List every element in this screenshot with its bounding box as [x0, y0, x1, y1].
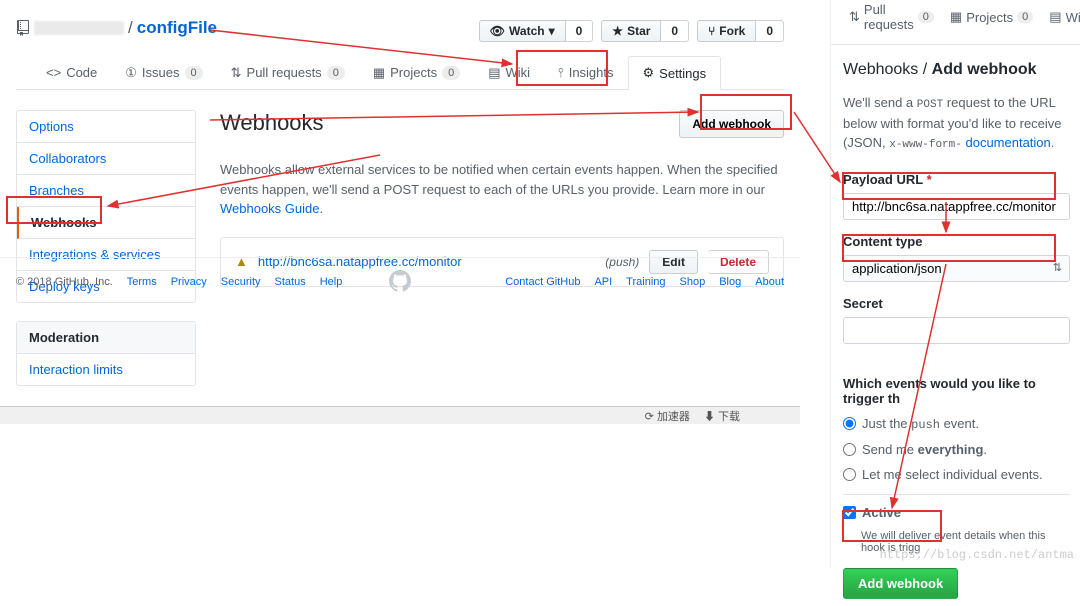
tab-projects-count: 0 — [442, 66, 460, 80]
sidebar-header-moderation: Moderation — [17, 322, 195, 354]
footer-help[interactable]: Help — [320, 276, 343, 288]
footer-terms[interactable]: Terms — [127, 276, 157, 288]
repo-name-link[interactable]: configFile — [137, 18, 217, 38]
add-webhook-button[interactable]: Add webhook — [679, 110, 784, 138]
radio-push-input[interactable] — [843, 417, 856, 430]
desc-text: Webhooks allow external services to be n… — [220, 162, 778, 197]
github-logo-icon[interactable] — [389, 270, 411, 295]
sidebar-item-options[interactable]: Options — [17, 111, 195, 143]
footer-security[interactable]: Security — [221, 276, 261, 288]
footer-api[interactable]: API — [594, 276, 612, 288]
watermark: https://blog.csdn.net/antma — [880, 548, 1074, 562]
mini-tab-projects[interactable]: ▦ Projects 0 — [950, 2, 1033, 32]
star-group: ★ Star 0 — [601, 20, 689, 42]
radio-everything-input[interactable] — [843, 443, 856, 456]
watch-group: 👁 Watch ▾ 0 — [479, 20, 594, 42]
radio-individual-input[interactable] — [843, 468, 856, 481]
taskbar-item-2[interactable]: ⬇ 下载 — [704, 408, 740, 424]
tab-code-label: Code — [66, 65, 97, 80]
sidebar-item-branches[interactable]: Branches — [17, 175, 195, 207]
fork-group: ⑂ Fork 0 — [697, 20, 784, 42]
tab-code[interactable]: <> Code — [32, 56, 111, 89]
mini-tab-wiki[interactable]: ▤ Wiki — [1049, 2, 1080, 32]
radio-everything[interactable]: Send me everything. — [843, 442, 1070, 457]
copyright: © 2018 GitHub, Inc. — [16, 276, 113, 288]
tab-settings-label: Settings — [659, 66, 706, 81]
taskbar: ⟳ 加速器 ⬇ 下载 — [0, 406, 800, 424]
path-sep: / — [128, 18, 133, 38]
fork-button[interactable]: ⑂ Fork — [697, 20, 756, 42]
payload-url-input[interactable] — [843, 193, 1070, 220]
footer-privacy[interactable]: Privacy — [171, 276, 207, 288]
tab-pulls-count: 0 — [327, 66, 345, 80]
documentation-link[interactable]: documentation — [965, 135, 1050, 150]
repo-tabs: <> Code ① Issues 0 ⇅ Pull requests 0 ▦ P… — [16, 56, 784, 90]
tab-wiki-label: Wiki — [506, 65, 531, 80]
add-webhook-panel: ⇅ Pull requests 0 ▦ Projects 0 ▤ Wiki We… — [830, 0, 1080, 568]
repo-icon — [16, 20, 30, 36]
tab-insights-label: Insights — [569, 65, 614, 80]
star-label: Star — [627, 24, 650, 38]
secret-input[interactable] — [843, 317, 1070, 344]
footer-status[interactable]: Status — [275, 276, 306, 288]
watch-label: Watch — [509, 24, 545, 38]
active-checkbox[interactable] — [843, 506, 856, 519]
payload-url-label: Payload URL * — [843, 172, 1070, 187]
sidebar-item-collaborators[interactable]: Collaborators — [17, 143, 195, 175]
fork-count[interactable]: 0 — [756, 20, 784, 42]
watch-button[interactable]: 👁 Watch ▾ — [479, 20, 566, 42]
footer-blog[interactable]: Blog — [719, 276, 741, 288]
webhooks-description: Webhooks allow external services to be n… — [220, 160, 784, 219]
content-type-select[interactable]: application/json — [843, 255, 1070, 282]
footer: © 2018 GitHub, Inc. Terms Privacy Securi… — [0, 257, 800, 306]
active-label: Active — [862, 505, 901, 520]
fork-label: Fork — [719, 24, 745, 38]
footer-shop[interactable]: Shop — [680, 276, 706, 288]
tab-projects-label: Projects — [390, 65, 437, 80]
tab-issues-count: 0 — [185, 66, 203, 80]
watch-count[interactable]: 0 — [566, 20, 594, 42]
tab-insights[interactable]: ⫯ Insights — [544, 56, 627, 89]
star-count[interactable]: 0 — [661, 20, 689, 42]
tab-issues-label: Issues — [142, 65, 180, 80]
radio-push[interactable]: Just the push event. — [843, 416, 1070, 432]
submit-add-webhook-button[interactable]: Add webhook — [843, 568, 958, 599]
tab-pulls-label: Pull requests — [247, 65, 322, 80]
tab-wiki[interactable]: ▤ Wiki — [474, 56, 544, 89]
tab-issues[interactable]: ① Issues 0 — [111, 56, 216, 89]
footer-contact[interactable]: Contact GitHub — [505, 276, 580, 288]
taskbar-item-1[interactable]: ⟳ 加速器 — [645, 408, 690, 424]
footer-training[interactable]: Training — [626, 276, 665, 288]
intro-text: We'll send a POST request to the URL bel… — [843, 93, 1070, 154]
mini-tab-pulls[interactable]: ⇅ Pull requests 0 — [849, 2, 934, 32]
owner-blur — [34, 21, 124, 35]
breadcrumb: Webhooks / Add webhook — [843, 61, 1070, 79]
star-button[interactable]: ★ Star — [601, 20, 661, 42]
tab-projects[interactable]: ▦ Projects 0 — [359, 56, 474, 89]
sidebar-item-webhooks[interactable]: Webhooks — [17, 207, 195, 239]
tab-pulls[interactable]: ⇅ Pull requests 0 — [217, 56, 359, 89]
footer-about[interactable]: About — [755, 276, 784, 288]
content-type-label: Content type — [843, 234, 1070, 249]
events-question: Which events would you like to trigger t… — [843, 376, 1070, 406]
tab-settings[interactable]: ⚙ Settings — [628, 56, 722, 90]
radio-individual[interactable]: Let me select individual events. — [843, 467, 1070, 482]
sidebar-item-interaction-limits[interactable]: Interaction limits — [17, 354, 195, 385]
secret-label: Secret — [843, 296, 1070, 311]
webhooks-guide-link[interactable]: Webhooks Guide — [220, 201, 320, 216]
active-checkbox-row[interactable]: Active — [843, 505, 1070, 520]
